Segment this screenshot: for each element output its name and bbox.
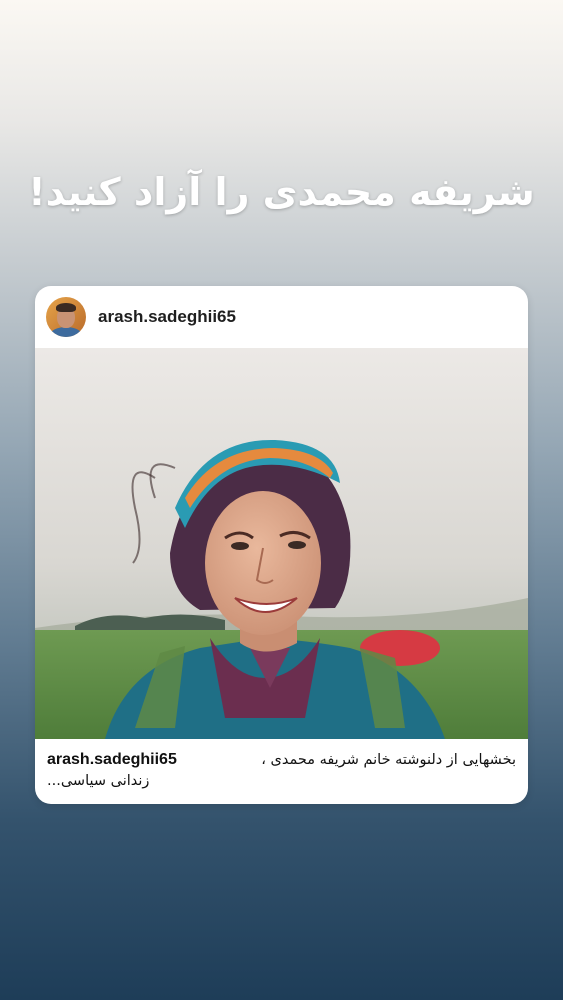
shared-post-card[interactable]: arash.sadeghii65 arash.sadeghii65 بخشهای…: [35, 286, 528, 804]
avatar-hair: [56, 303, 76, 312]
story-headline: شریفه محمدی را آزاد کنید!: [28, 170, 535, 214]
caption-text-line-2: زندانی سیاسی...: [47, 773, 150, 789]
post-header[interactable]: arash.sadeghii65: [35, 286, 528, 348]
avatar-shirt: [50, 327, 82, 337]
post-photo[interactable]: [35, 348, 528, 739]
post-caption: arash.sadeghii65 بخشهایی از دلنوشته خانم…: [35, 739, 528, 804]
post-username[interactable]: arash.sadeghii65: [98, 307, 236, 327]
caption-username[interactable]: arash.sadeghii65: [47, 749, 177, 770]
user-avatar[interactable]: [46, 297, 86, 337]
caption-line-1: arash.sadeghii65 بخشهایی از دلنوشته خانم…: [47, 749, 516, 771]
caption-text-line-1: بخشهایی از دلنوشته خانم شریفه محمدی ،: [261, 752, 516, 768]
